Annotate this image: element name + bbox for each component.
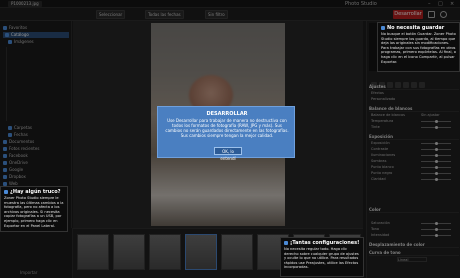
info-icon — [4, 190, 8, 194]
tip-title: ¿Hay algún truco? — [10, 189, 61, 195]
tip-truco: ¿Hay algún truco? Zoner Photo Studio sie… — [0, 186, 68, 232]
tip-title: ¡Tantas configuraciones! — [290, 240, 360, 246]
dialog-title: DESARROLLAR — [206, 111, 248, 117]
develop-intro-dialog: DESARROLLAR Use Desarrollar para trabaja… — [157, 106, 295, 161]
tip-title: No necesita guardar — [387, 25, 445, 31]
ok-button[interactable]: OK, lo entendí — [214, 147, 242, 161]
info-icon — [284, 241, 288, 245]
tip-no-guardar: No necesita guardar No busque el botón G… — [377, 22, 460, 72]
tip-body: No busque el botón Guardar. Zoner Photo … — [381, 32, 456, 64]
dialog-body: Use Desarrollar para trabajar de manera … — [165, 118, 289, 138]
tip-body: Zoner Photo Studio siempre le muestra la… — [4, 196, 64, 228]
tip-body: No necesita regular todo. Haga clic dere… — [284, 247, 359, 270]
info-icon — [381, 26, 385, 30]
tip-configuraciones: ¡Tantas configuraciones! No necesita reg… — [280, 237, 364, 277]
